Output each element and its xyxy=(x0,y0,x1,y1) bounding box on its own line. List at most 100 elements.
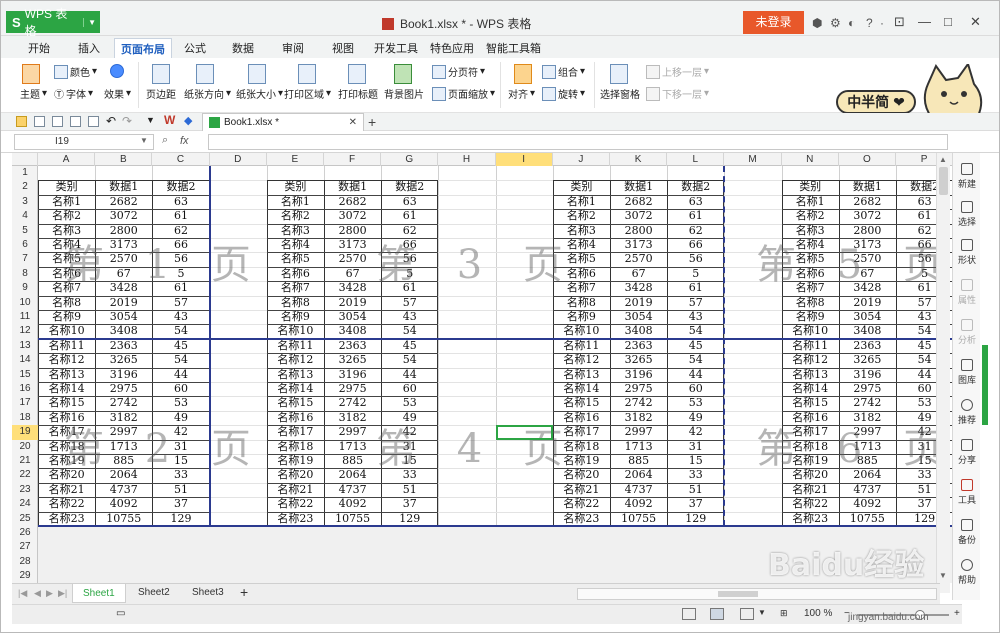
table-cell[interactable]: 33 xyxy=(667,468,724,482)
table-cell[interactable]: 名称23 xyxy=(553,512,610,526)
table-cell[interactable]: 53 xyxy=(667,396,724,410)
column-header[interactable]: B xyxy=(95,153,153,166)
table-cell[interactable]: 3265 xyxy=(839,353,896,367)
table-cell[interactable]: 名称1 xyxy=(267,195,324,209)
margins-button[interactable]: 页边距 xyxy=(146,86,176,101)
print-area-button[interactable]: 打印区域 ▾ xyxy=(284,86,331,101)
table-cell[interactable]: 45 xyxy=(667,339,724,353)
colors-button[interactable]: 颜色 ▾ xyxy=(54,64,97,79)
table-cell[interactable]: 56 xyxy=(667,252,724,266)
page-break-line[interactable] xyxy=(38,525,952,527)
table-cell[interactable]: 名称13 xyxy=(782,368,839,382)
scroll-thumb[interactable] xyxy=(939,167,948,195)
row-header[interactable]: 10 xyxy=(12,296,38,310)
table-cell[interactable]: 4737 xyxy=(610,483,667,497)
settings-icon[interactable]: ⚙ xyxy=(830,16,841,30)
table-cell[interactable]: 3265 xyxy=(95,353,152,367)
sidebar-item-recommend[interactable]: 推荐 xyxy=(953,399,981,426)
group-button[interactable]: 组合 ▾ xyxy=(542,64,585,79)
table-cell[interactable]: 名称16 xyxy=(267,411,324,425)
table-cell[interactable]: 名称23 xyxy=(38,512,95,526)
table-cell[interactable]: 名称1 xyxy=(553,195,610,209)
table-cell[interactable]: 54 xyxy=(381,353,438,367)
table-cell[interactable]: 4092 xyxy=(324,497,381,511)
row-header[interactable]: 26 xyxy=(12,526,38,540)
row-header[interactable]: 1 xyxy=(12,166,38,180)
table-cell[interactable]: 名称22 xyxy=(267,497,324,511)
login-button[interactable]: 未登录 xyxy=(743,11,804,34)
table-cell[interactable]: 129 xyxy=(667,512,724,526)
table-cell[interactable]: 3265 xyxy=(324,353,381,367)
table-cell[interactable]: 名称15 xyxy=(38,396,95,410)
table-cell[interactable]: 名称4 xyxy=(267,238,324,252)
table-cell[interactable]: 885 xyxy=(324,454,381,468)
print-preview-icon[interactable] xyxy=(52,116,63,127)
table-cell[interactable]: 名称11 xyxy=(38,339,95,353)
open-icon[interactable] xyxy=(16,116,27,127)
sidebar-item-share[interactable]: 分享 xyxy=(953,439,981,466)
table-cell[interactable]: 37 xyxy=(152,497,209,511)
table-cell[interactable]: 45 xyxy=(381,339,438,353)
table-cell[interactable]: 名称13 xyxy=(267,368,324,382)
paper-size-button[interactable]: 纸张大小 ▾ xyxy=(236,86,283,101)
row-header[interactable]: 6 xyxy=(12,238,38,252)
user-icon[interactable]: ◐ xyxy=(848,16,855,30)
table-cell[interactable]: 名称14 xyxy=(782,382,839,396)
table-cell[interactable]: 54 xyxy=(381,324,438,338)
table-cell[interactable]: 2682 xyxy=(324,195,381,209)
table-cell[interactable]: 63 xyxy=(381,195,438,209)
table-cell[interactable]: 名称9 xyxy=(267,310,324,324)
table-cell[interactable]: 61 xyxy=(667,281,724,295)
table-cell[interactable]: 10755 xyxy=(610,512,667,526)
table-cell[interactable]: 名称10 xyxy=(38,324,95,338)
tab-formulas[interactable]: 公式 xyxy=(184,40,206,56)
table-cell[interactable]: 61 xyxy=(152,209,209,223)
table-cell[interactable]: 名称7 xyxy=(267,281,324,295)
bring-forward-button[interactable]: 上移一层 ▾ xyxy=(646,64,709,79)
table-cell[interactable]: 名称12 xyxy=(38,353,95,367)
table-cell[interactable]: 5 xyxy=(667,267,724,281)
table-cell[interactable]: 66 xyxy=(667,238,724,252)
table-cell[interactable]: 2570 xyxy=(610,252,667,266)
sidebar-item-new[interactable]: 新建 xyxy=(953,163,981,190)
table-header-cell[interactable]: 数据1 xyxy=(324,180,381,194)
orientation-button[interactable]: 纸张方向 ▾ xyxy=(184,86,231,101)
tab-view[interactable]: 视图 xyxy=(332,40,354,56)
table-cell[interactable]: 3408 xyxy=(95,324,152,338)
table-cell[interactable]: 2975 xyxy=(324,382,381,396)
row-header[interactable]: 15 xyxy=(12,368,38,382)
table-cell[interactable]: 3182 xyxy=(610,411,667,425)
table-cell[interactable]: 名称14 xyxy=(267,382,324,396)
table-cell[interactable]: 42 xyxy=(667,425,724,439)
table-cell[interactable]: 129 xyxy=(152,512,209,526)
row-header[interactable]: 21 xyxy=(12,454,38,468)
table-cell[interactable]: 名称14 xyxy=(553,382,610,396)
send-backward-button[interactable]: 下移一层 ▾ xyxy=(646,86,709,101)
table-cell[interactable]: 2682 xyxy=(610,195,667,209)
formula-input[interactable] xyxy=(208,134,948,150)
horizontal-scrollbar[interactable] xyxy=(577,588,937,600)
table-cell[interactable]: 2800 xyxy=(610,224,667,238)
column-header[interactable]: G xyxy=(381,153,439,166)
table-cell[interactable]: 61 xyxy=(667,209,724,223)
close-tab-icon[interactable]: ✕ xyxy=(349,117,357,128)
row-header[interactable]: 14 xyxy=(12,353,38,367)
table-cell[interactable]: 44 xyxy=(152,368,209,382)
normal-view-icon[interactable] xyxy=(682,608,696,620)
row-header[interactable]: 8 xyxy=(12,267,38,281)
row-header[interactable]: 7 xyxy=(12,252,38,266)
table-cell[interactable]: 45 xyxy=(152,339,209,353)
tab-page-layout[interactable]: 页面布局 xyxy=(114,38,172,59)
table-cell[interactable]: 2997 xyxy=(324,425,381,439)
table-cell[interactable]: 3054 xyxy=(839,310,896,324)
table-header-cell[interactable]: 类别 xyxy=(782,180,839,194)
column-header[interactable]: E xyxy=(267,153,324,166)
column-header[interactable]: C xyxy=(152,153,210,166)
row-header[interactable]: 25 xyxy=(12,512,38,526)
add-sheet-icon[interactable]: + xyxy=(240,584,248,600)
table-cell[interactable]: 10755 xyxy=(324,512,381,526)
table-cell[interactable]: 2019 xyxy=(95,296,152,310)
zoom-search-icon[interactable]: ⌕ xyxy=(162,134,168,147)
save-icon[interactable] xyxy=(34,116,45,127)
table-cell[interactable]: 4092 xyxy=(610,497,667,511)
